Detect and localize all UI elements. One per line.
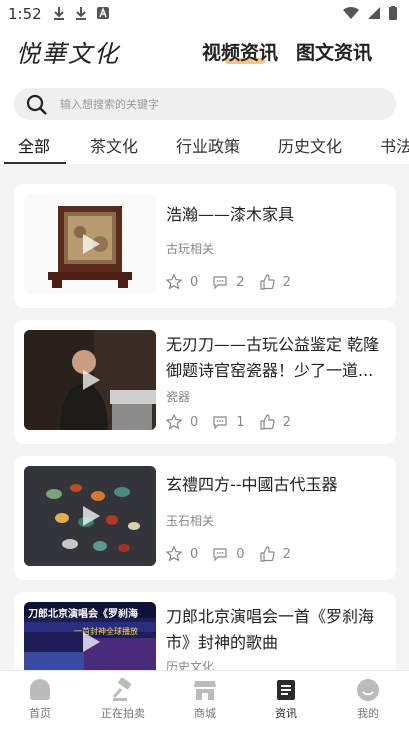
bottom-navigation: 首页 正在拍卖 商城 资讯 我的: [0, 670, 409, 729]
article-thumbnail[interactable]: [24, 194, 156, 294]
comment-icon[interactable]: [212, 546, 228, 562]
article-card[interactable]: 无刃刀——古玩公益鉴定 乾隆御题诗官窑瓷器！少了一道... 瓷器 0 1 2: [14, 320, 396, 444]
article-card[interactable]: 浩瀚——漆木家具 古玩相关 0 2 2: [14, 184, 396, 308]
article-card[interactable]: 玄禮四方--中國古代玉器 玉石相关 0 0 2: [14, 456, 396, 580]
nav-profile[interactable]: 我的: [338, 677, 398, 721]
like-count: 2: [282, 274, 291, 290]
status-time: 1:52: [8, 5, 42, 23]
thumbs-up-icon[interactable]: [259, 546, 275, 562]
nav-label: 资讯: [275, 707, 297, 720]
tab-article-news[interactable]: 图文资讯: [296, 38, 372, 65]
tab-video-news[interactable]: 视频资讯: [202, 38, 278, 65]
article-title: 玄禮四方--中國古代玉器: [166, 475, 338, 494]
article-card[interactable]: 刀郎北京演唱会《罗刹海 一首封神全球播放 刀郎北京演唱会一首《罗刹海市》封神的歌…: [14, 592, 396, 682]
nav-label: 我的: [357, 707, 379, 720]
star-icon[interactable]: [166, 274, 182, 290]
category-tab-history[interactable]: 历史文化: [278, 133, 342, 157]
like-count: 2: [282, 414, 291, 430]
auction-hammer-icon: [112, 677, 132, 701]
text-a-icon: [97, 7, 109, 19]
battery-icon: [389, 6, 397, 20]
thumbs-up-icon[interactable]: [259, 414, 275, 430]
nav-label: 首页: [29, 707, 51, 720]
signal-icon: [368, 7, 380, 19]
shop-icon: [194, 681, 216, 700]
nav-home[interactable]: 首页: [10, 677, 70, 721]
article-stats: 0 0 2: [166, 546, 305, 562]
wifi-icon: [343, 6, 359, 20]
article-thumbnail[interactable]: [24, 330, 156, 430]
like-count: 2: [282, 546, 291, 562]
status-bar: 1:52: [0, 0, 409, 28]
news-icon: [277, 680, 295, 700]
comment-count: 1: [236, 414, 245, 430]
article-title: 刀郎北京演唱会一首《罗刹海市》封神的歌曲: [166, 607, 375, 652]
download-icon: [54, 7, 64, 20]
category-tab-all[interactable]: 全部: [18, 133, 50, 157]
category-tabs: 全部 茶文化 行业政策 历史文化 书法: [0, 128, 409, 164]
star-icon[interactable]: [166, 414, 182, 430]
header: 悦華文化 视频资讯 图文资讯 输入想搜索的关键字: [0, 28, 409, 128]
nav-shop[interactable]: 商城: [175, 677, 235, 721]
play-icon: [83, 632, 100, 652]
nav-label: 正在拍卖: [101, 707, 145, 720]
star-icon[interactable]: [166, 546, 182, 562]
home-icon: [30, 679, 50, 700]
comment-count: 0: [236, 546, 245, 562]
category-active-underline: [4, 162, 66, 164]
nav-auction[interactable]: 正在拍卖: [93, 677, 153, 721]
play-icon: [83, 370, 100, 390]
nav-label: 商城: [194, 707, 216, 720]
comment-icon[interactable]: [212, 414, 228, 430]
article-title: 无刃刀——古玩公益鉴定 乾隆御题诗官窑瓷器！少了一道...: [166, 335, 380, 380]
nav-news[interactable]: 资讯: [256, 677, 316, 721]
article-title: 浩瀚——漆木家具: [166, 205, 295, 224]
play-icon: [83, 506, 100, 526]
play-icon: [83, 234, 100, 254]
brand-logo: 悦華文化: [16, 40, 120, 68]
favorite-count: 0: [190, 546, 199, 562]
thumbnail-caption: 刀郎北京演唱会《罗刹海: [28, 609, 138, 620]
thumbs-up-icon[interactable]: [259, 274, 275, 290]
category-tab-policy[interactable]: 行业政策: [176, 133, 240, 157]
article-stats: 0 2 2: [166, 274, 305, 290]
category-tab-tea[interactable]: 茶文化: [90, 133, 138, 157]
article-thumbnail[interactable]: [24, 466, 156, 566]
article-category: 玉石相关: [166, 514, 215, 528]
comment-icon[interactable]: [212, 274, 228, 290]
profile-icon: [357, 679, 379, 701]
search-placeholder: 输入想搜索的关键字: [60, 98, 159, 111]
download-icon: [76, 7, 86, 20]
search-bar[interactable]: 输入想搜索的关键字: [14, 88, 396, 120]
article-category: 瓷器: [166, 390, 191, 404]
search-icon: [26, 94, 47, 115]
favorite-count: 0: [190, 414, 199, 430]
comment-count: 2: [236, 274, 245, 290]
category-tab-calligraphy[interactable]: 书法: [380, 133, 409, 157]
favorite-count: 0: [190, 274, 199, 290]
article-category: 古玩相关: [166, 242, 215, 256]
article-stats: 0 1 2: [166, 414, 305, 430]
